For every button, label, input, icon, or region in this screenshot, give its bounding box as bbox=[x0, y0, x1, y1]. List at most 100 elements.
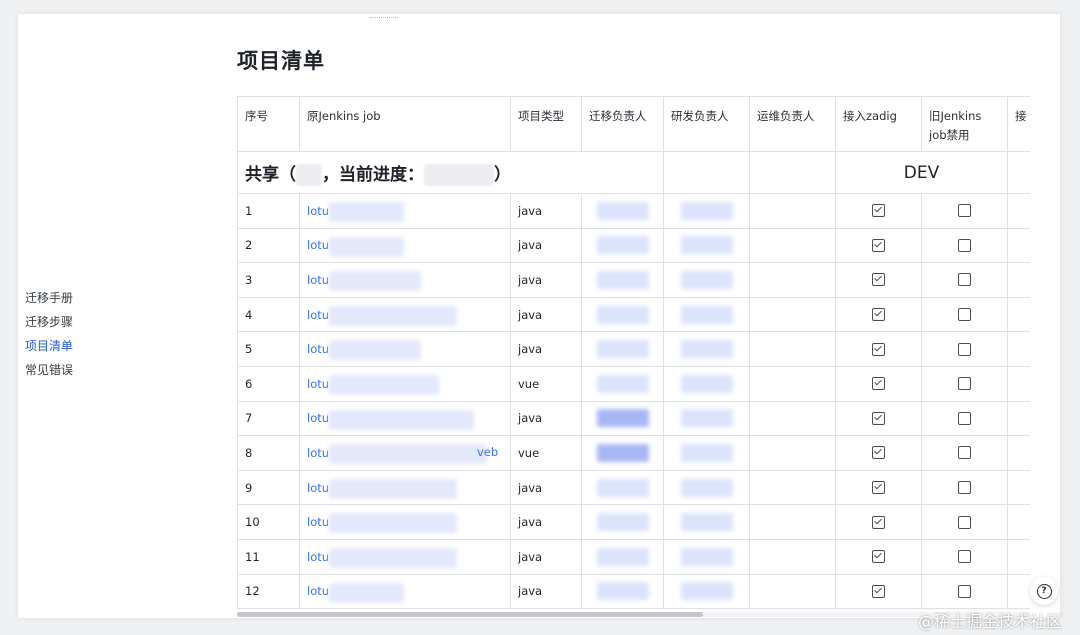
cell-zadig bbox=[835, 504, 922, 540]
zadig-checkbox[interactable] bbox=[872, 481, 885, 495]
zadig-checkbox[interactable] bbox=[872, 238, 885, 252]
table-row: 12 lotu java bbox=[237, 573, 1030, 610]
cell-zadig bbox=[835, 296, 922, 333]
cell-dev-owner bbox=[663, 193, 750, 229]
zadig-checkbox[interactable] bbox=[872, 446, 885, 460]
table-row: 5 lotu java bbox=[237, 331, 1030, 367]
cell-migrator bbox=[581, 262, 664, 298]
cell-project-type: java bbox=[510, 193, 582, 229]
cell-project-type: vue bbox=[510, 435, 582, 471]
redacted-person bbox=[596, 513, 649, 532]
zadig-checkbox[interactable] bbox=[872, 515, 885, 529]
project-table-container: 序号 原Jenkins job 项目类型 迁移负责人 研发负责人 运维负责人 接… bbox=[237, 96, 1030, 613]
cell-migrator bbox=[581, 400, 664, 437]
cell-jenkins-job: lotu veb bbox=[299, 435, 511, 471]
jenkins-job-link[interactable]: lotu bbox=[307, 446, 329, 460]
outline-item-manual[interactable]: 迁移手册 bbox=[25, 286, 73, 310]
cell-seq: 6 bbox=[237, 365, 300, 402]
table-row: 9 lotu java bbox=[237, 469, 1030, 506]
redacted-job-name bbox=[329, 305, 457, 326]
redacted-person bbox=[680, 340, 733, 359]
zadig-checkbox[interactable] bbox=[872, 342, 885, 356]
disabled-checkbox[interactable] bbox=[958, 411, 971, 425]
disabled-checkbox[interactable] bbox=[958, 273, 971, 287]
cell-seq: 12 bbox=[237, 573, 300, 610]
cell-next bbox=[1007, 296, 1030, 333]
jenkins-job-link[interactable]: lotu bbox=[307, 308, 329, 322]
cell-zadig bbox=[835, 435, 922, 471]
outline-item-common-errors[interactable]: 常见错误 bbox=[25, 358, 73, 382]
disabled-checkbox[interactable] bbox=[958, 377, 971, 391]
cell-ops-owner bbox=[749, 538, 836, 575]
cell-old-job-disabled bbox=[921, 573, 1008, 610]
zadig-checkbox[interactable] bbox=[872, 377, 885, 391]
zadig-checkbox[interactable] bbox=[872, 411, 885, 425]
redacted-job-name bbox=[329, 409, 474, 430]
cell-next bbox=[1007, 365, 1030, 402]
cell-old-job-disabled bbox=[921, 365, 1008, 402]
cell-next bbox=[1007, 538, 1030, 575]
scrollbar-thumb[interactable] bbox=[237, 612, 703, 617]
disabled-checkbox[interactable] bbox=[958, 584, 971, 598]
zadig-checkbox[interactable] bbox=[872, 584, 885, 598]
redacted-person bbox=[596, 374, 649, 393]
group-empty-cell bbox=[663, 151, 750, 194]
disabled-checkbox[interactable] bbox=[958, 342, 971, 356]
disabled-checkbox[interactable] bbox=[958, 204, 971, 218]
cell-next bbox=[1007, 227, 1030, 264]
redacted-job-name bbox=[329, 478, 457, 499]
project-table: 序号 原Jenkins job 项目类型 迁移负责人 研发负责人 运维负责人 接… bbox=[237, 96, 1030, 610]
disabled-checkbox[interactable] bbox=[958, 238, 971, 252]
cell-old-job-disabled bbox=[921, 400, 1008, 437]
header-zadig: 接入zadig bbox=[835, 96, 922, 152]
redacted-person bbox=[680, 478, 733, 497]
cell-jenkins-job: lotu bbox=[299, 365, 511, 402]
cell-dev-owner bbox=[663, 573, 750, 610]
cell-ops-owner bbox=[749, 504, 836, 540]
jenkins-job-link[interactable]: lotu bbox=[307, 481, 329, 495]
document-window: 迁移手册 迁移步骤 项目清单 常见错误 项目清单 序号 原Jenkins job… bbox=[18, 14, 1060, 618]
cell-old-job-disabled bbox=[921, 331, 1008, 367]
jenkins-job-link[interactable]: lotu bbox=[307, 584, 329, 598]
cell-migrator bbox=[581, 435, 664, 471]
cell-seq: 10 bbox=[237, 504, 300, 540]
cell-zadig bbox=[835, 193, 922, 229]
jenkins-job-link[interactable]: lotu bbox=[307, 238, 329, 252]
cell-jenkins-job: lotu bbox=[299, 227, 511, 264]
zadig-checkbox[interactable] bbox=[872, 273, 885, 287]
jenkins-job-link[interactable]: lotu bbox=[307, 515, 329, 529]
disabled-checkbox[interactable] bbox=[958, 446, 971, 460]
cell-migrator bbox=[581, 331, 664, 367]
cell-ops-owner bbox=[749, 331, 836, 367]
outline-item-project-list[interactable]: 项目清单 bbox=[25, 334, 73, 358]
cell-project-type: java bbox=[510, 504, 582, 540]
redacted-job-name bbox=[329, 271, 421, 292]
disabled-checkbox[interactable] bbox=[958, 308, 971, 322]
redacted-person bbox=[596, 201, 649, 220]
group-title: 共享（ ，当前进度： ） bbox=[245, 163, 511, 186]
cell-ops-owner bbox=[749, 193, 836, 229]
jenkins-job-link[interactable]: lotu bbox=[307, 411, 329, 425]
cell-jenkins-job: lotu bbox=[299, 469, 511, 506]
jenkins-job-link[interactable]: lotu bbox=[307, 204, 329, 218]
jenkins-job-suffix: veb bbox=[477, 445, 499, 460]
disabled-checkbox[interactable] bbox=[958, 515, 971, 529]
env-label: DEV bbox=[835, 151, 1008, 194]
zadig-checkbox[interactable] bbox=[872, 204, 885, 218]
disabled-checkbox[interactable] bbox=[958, 550, 971, 564]
disabled-checkbox[interactable] bbox=[958, 481, 971, 495]
zadig-checkbox[interactable] bbox=[872, 550, 885, 564]
zadig-checkbox[interactable] bbox=[872, 308, 885, 322]
outline-item-steps[interactable]: 迁移步骤 bbox=[25, 310, 73, 334]
drag-handle[interactable] bbox=[370, 17, 398, 20]
jenkins-job-link[interactable]: lotu bbox=[307, 550, 329, 564]
header-seq: 序号 bbox=[237, 96, 300, 152]
help-button[interactable]: ? bbox=[1030, 577, 1058, 605]
cell-zadig bbox=[835, 538, 922, 575]
horizontal-scrollbar[interactable] bbox=[237, 612, 1030, 617]
table-row: 3 lotu java bbox=[237, 262, 1030, 298]
cell-dev-owner bbox=[663, 538, 750, 575]
jenkins-job-link[interactable]: lotu bbox=[307, 377, 329, 391]
jenkins-job-link[interactable]: lotu bbox=[307, 273, 329, 287]
jenkins-job-link[interactable]: lotu bbox=[307, 342, 329, 356]
